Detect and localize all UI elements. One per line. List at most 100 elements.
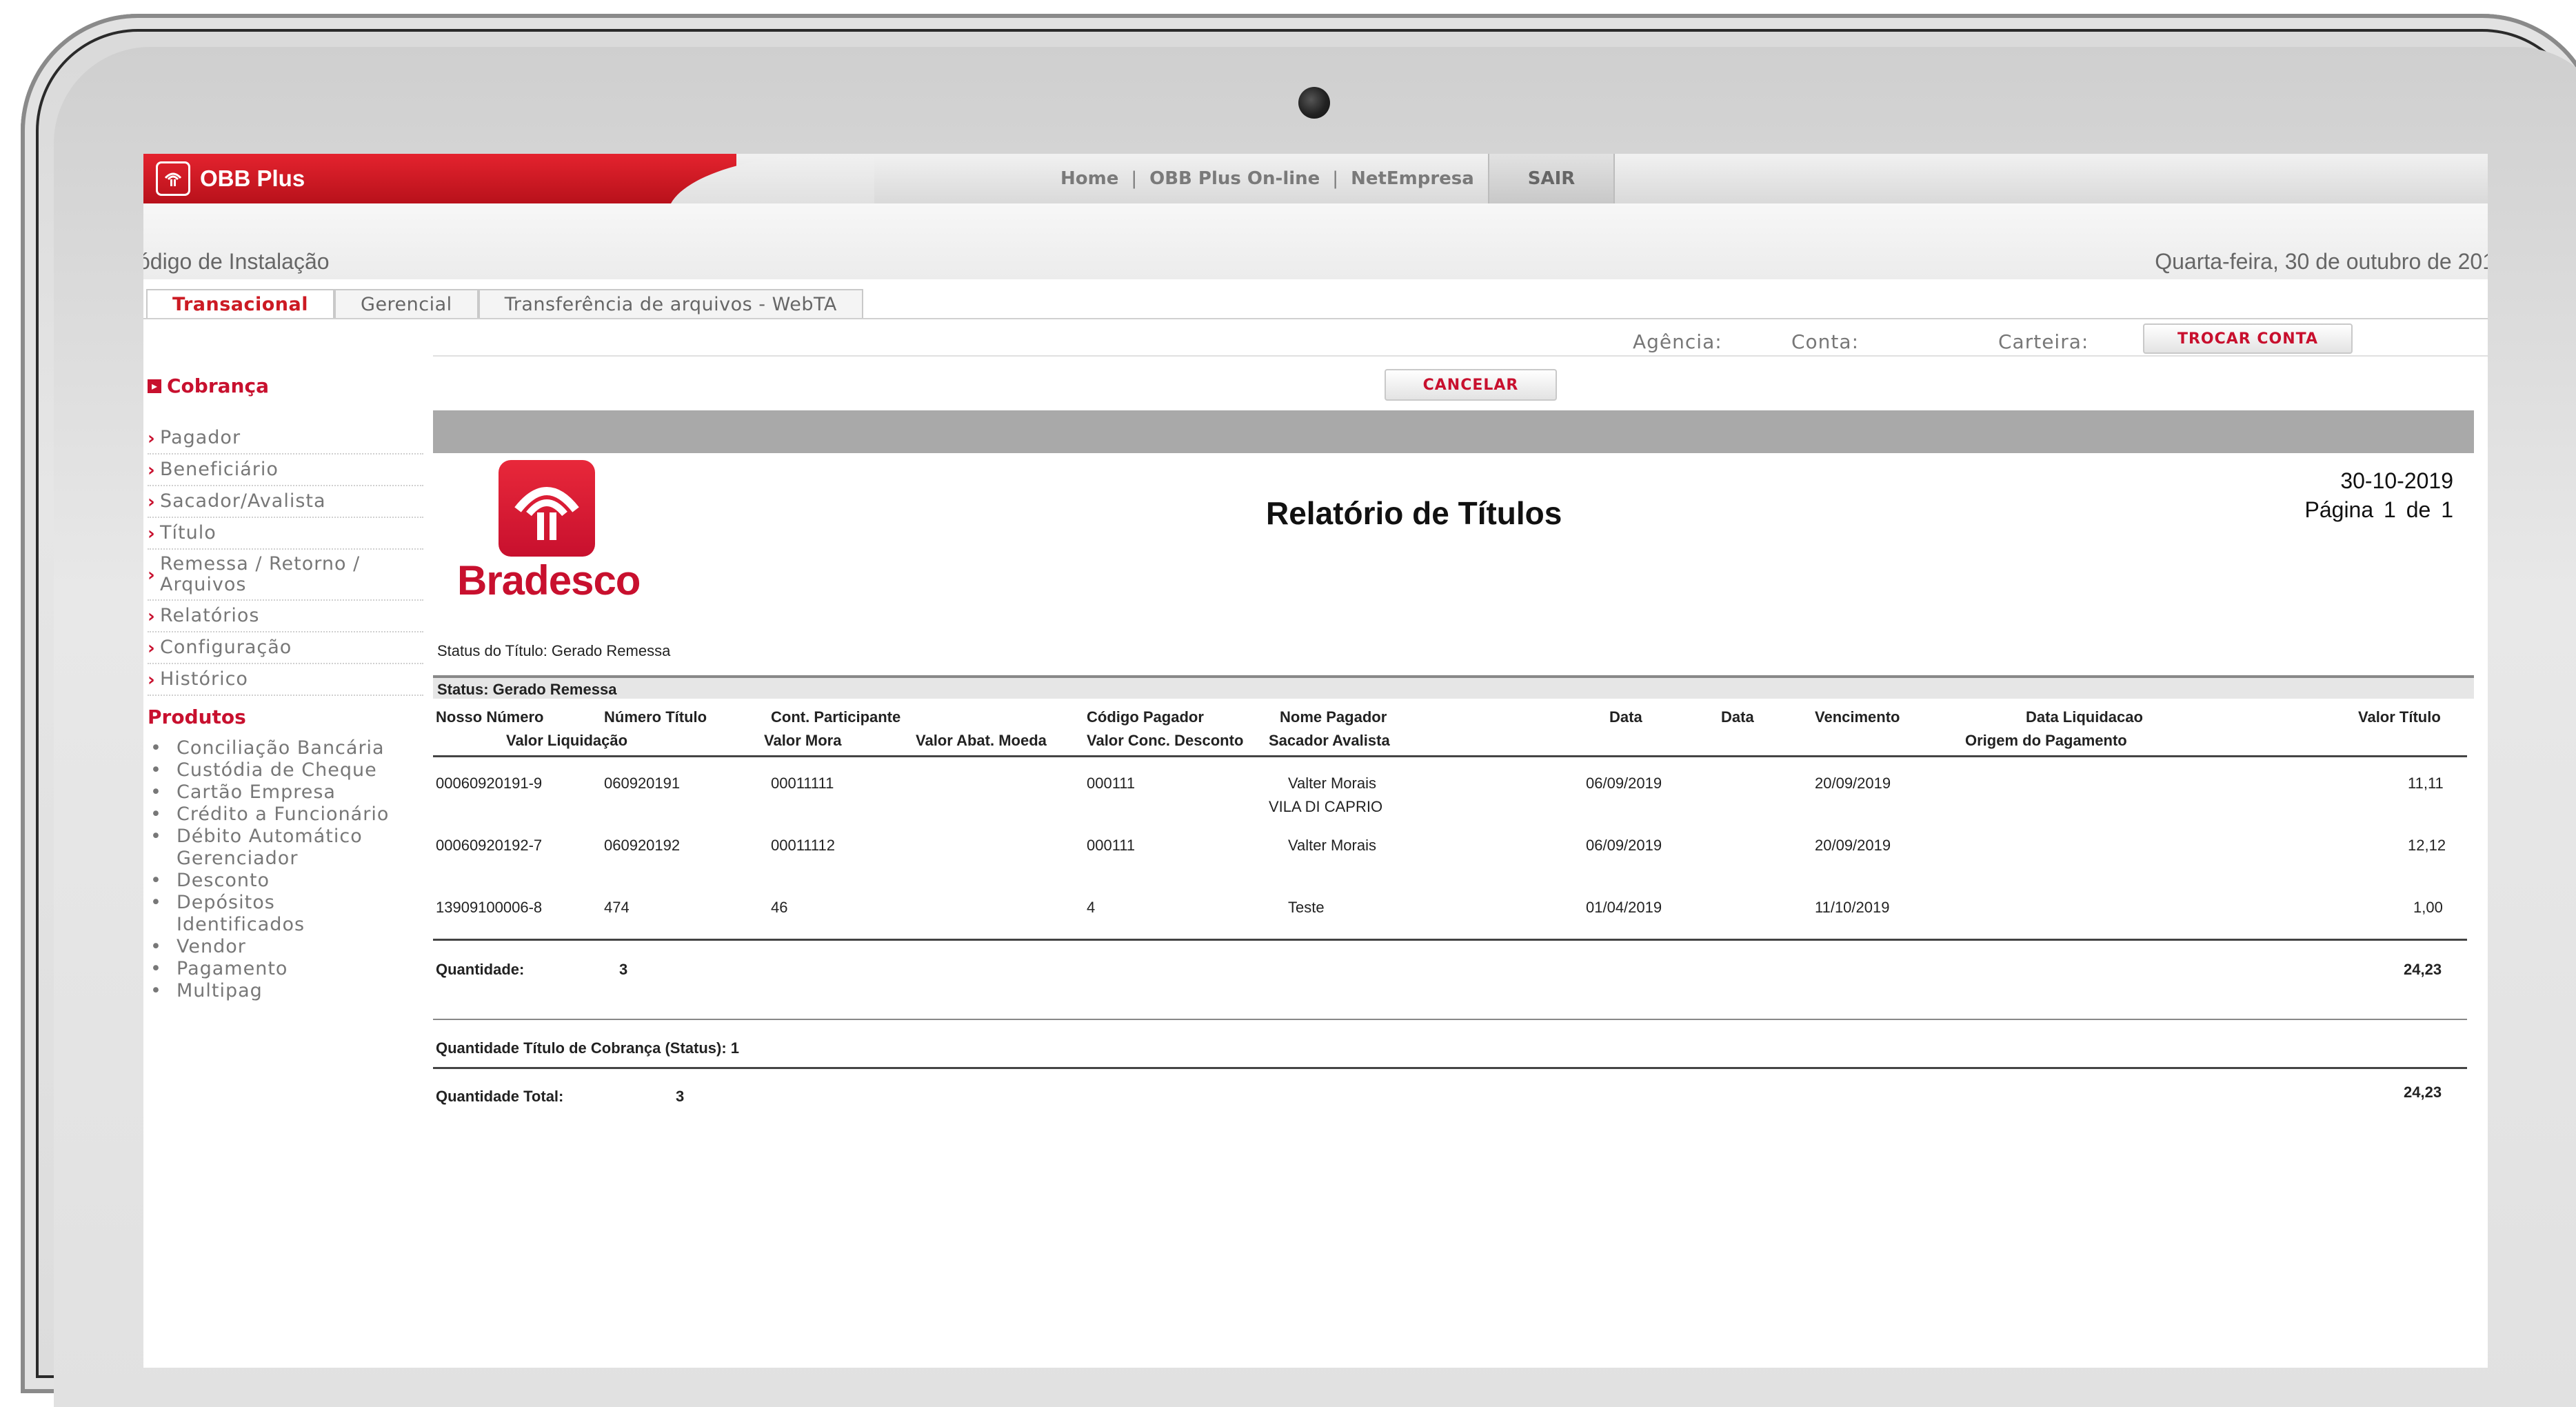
sidebar-item-titulo[interactable]: › Título [148, 518, 423, 550]
chevron-right-icon: › [148, 638, 156, 659]
exit-button[interactable]: SAIR [1488, 154, 1615, 203]
col-origem-pagamento: Origem do Pagamento [1965, 732, 2127, 749]
bullet-icon: • [150, 804, 162, 825]
quantidade-value: 3 [619, 961, 628, 978]
cell-participante: 46 [771, 899, 788, 916]
sidebar-item-label: Configuração [160, 637, 292, 658]
switch-account-button[interactable]: TROCAR CONTA [2143, 323, 2353, 354]
webcam [1298, 87, 1330, 119]
cell-vencimento: 20/09/2019 [1815, 775, 1891, 792]
product-label: Crédito a Funcionário [177, 804, 390, 825]
report-page-number: Página 1 de 1 [2304, 497, 2454, 522]
product-label: Multipag [177, 980, 263, 1001]
product-item[interactable]: • Depósitos Identificados [149, 892, 335, 936]
chevron-right-icon: › [148, 606, 156, 627]
cell-nome-pagador: Valter Morais [1288, 837, 1376, 854]
bullet-icon: • [150, 936, 162, 957]
brand-label: OBB Plus [200, 166, 305, 191]
sidebar-item-label: Histórico [160, 668, 248, 690]
cell-valor: 12,12 [2408, 837, 2446, 854]
col-cont-participante: Cont. Participante [771, 708, 901, 726]
brand[interactable]: OBB Plus [156, 161, 305, 197]
bradesco-logo-icon [499, 460, 595, 557]
browser-screen: OBB Plus Home | OBB Plus On-line | NetEm… [143, 154, 2488, 1368]
bullet-icon: • [150, 781, 162, 803]
cell-nosso-numero: 00060920191-9 [436, 775, 543, 792]
cell-valor: 11,11 [2408, 775, 2444, 792]
col-codigo-pagador: Código Pagador [1087, 708, 1204, 726]
sidebar-item-sacador[interactable]: › Sacador/Avalista [148, 486, 423, 518]
subtotal-value: 24,23 [2404, 961, 2442, 978]
sidebar-item-pagador[interactable]: › Pagador [148, 423, 423, 455]
bullet-icon: • [150, 892, 162, 913]
report-header-band [433, 410, 2474, 453]
nav-obb-online[interactable]: OBB Plus On-line [1149, 168, 1320, 189]
sidebar-item-label: Pagador [160, 427, 241, 448]
cell-numero-titulo: 060920191 [604, 775, 681, 792]
report: Bradesco Relatório de Títulos 30-10-2019… [433, 453, 2474, 1368]
product-label: Cartão Empresa [177, 781, 336, 803]
product-label: Débito Automático Gerenciador [177, 826, 363, 869]
sidebar-item-historico[interactable]: › Histórico [148, 664, 423, 696]
product-item[interactable]: • Crédito a Funcionário [149, 804, 425, 826]
status-count-label: Quantidade Título de Cobrança (Status): … [436, 1039, 740, 1057]
status-count-rule [433, 1019, 2467, 1020]
nav-separator: | [1332, 168, 1339, 189]
product-item[interactable]: • Desconto [149, 870, 425, 892]
col-vencimento: Vencimento [1815, 708, 1900, 726]
product-label: Pagamento [177, 958, 288, 979]
carteira-label: Carteira: [1998, 330, 2089, 353]
nav-separator: | [1131, 168, 1138, 189]
bullet-icon: • [150, 826, 162, 847]
current-date: Quarta-feira, 30 de outubro de 201 [2155, 249, 2488, 274]
cell-nosso-numero: 00060920192-7 [436, 837, 543, 854]
product-item[interactable]: • Débito Automático Gerenciador [149, 826, 404, 870]
cancel-button[interactable]: CANCELAR [1385, 369, 1557, 401]
chevron-right-icon: › [148, 460, 156, 481]
cell-vencimento: 11/10/2019 [1815, 899, 1890, 916]
cell-vencimento: 20/09/2019 [1815, 837, 1891, 854]
section-marker-icon: ▸ [148, 379, 161, 393]
product-item[interactable]: • Cartão Empresa [149, 781, 425, 804]
sidebar-item-remessa[interactable]: › Remessa / Retorno / Arquivos [148, 550, 423, 601]
sidebar-item-beneficiario[interactable]: › Beneficiário [148, 455, 423, 486]
sidebar-item-relatorios[interactable]: › Relatórios [148, 601, 423, 632]
product-label: Desconto [177, 870, 270, 891]
tab-gerencial[interactable]: Gerencial [334, 289, 479, 318]
tabs: Transacional Gerencial Transferência de … [146, 289, 863, 318]
installation-code-label: ódigo de Instalação [143, 249, 330, 274]
status-bar: Status: Gerado Remessa [433, 675, 2474, 699]
sidebar-section-label: Cobrança [167, 375, 269, 397]
total-count-value: 3 [676, 1088, 685, 1105]
product-label: Depósitos Identificados [177, 892, 305, 935]
sidebar-item-label: Beneficiário [160, 459, 279, 480]
product-label: Conciliação Bancária [177, 737, 385, 759]
product-item[interactable]: • Vendor [149, 936, 425, 958]
product-item[interactable]: • Pagamento [149, 958, 425, 980]
sidebar-item-label: Relatórios [160, 605, 260, 626]
sidebar-item-configuracao[interactable]: › Configuração [148, 632, 423, 664]
bradesco-wordmark: Bradesco [457, 557, 641, 603]
sidebar-section-cobranca[interactable]: ▸ Cobrança [148, 375, 269, 397]
cell-nosso-numero: 13909100006-8 [436, 899, 543, 916]
sidebar-item-label: Sacador/Avalista [160, 490, 326, 512]
nav-netempresa[interactable]: NetEmpresa [1351, 168, 1474, 189]
cell-data: 01/04/2019 [1586, 899, 1662, 916]
nav-home[interactable]: Home [1060, 168, 1118, 189]
col-nosso-numero: Nosso Número [436, 708, 544, 726]
product-item[interactable]: • Custódia de Cheque [149, 759, 425, 781]
status-line: Status do Título: Gerado Remessa [437, 642, 671, 659]
chevron-right-icon: › [148, 565, 156, 586]
cell-codigo-pagador: 000111 [1087, 837, 1136, 854]
top-nav: Home | OBB Plus On-line | NetEmpresa [1060, 154, 1474, 203]
cell-nome-pagador: Teste [1288, 899, 1325, 916]
col-data: Data [1609, 708, 1642, 726]
tab-webta[interactable]: Transferência de arquivos - WebTA [478, 289, 863, 318]
total-value: 24,23 [2404, 1084, 2442, 1101]
tab-transacional[interactable]: Transacional [146, 289, 335, 318]
report-title: Relatório de Títulos [1266, 495, 1562, 531]
bullet-icon: • [150, 759, 162, 781]
product-item[interactable]: • Multipag [149, 980, 425, 1002]
header-rule [433, 755, 2467, 757]
product-item[interactable]: • Conciliação Bancária [149, 737, 425, 759]
